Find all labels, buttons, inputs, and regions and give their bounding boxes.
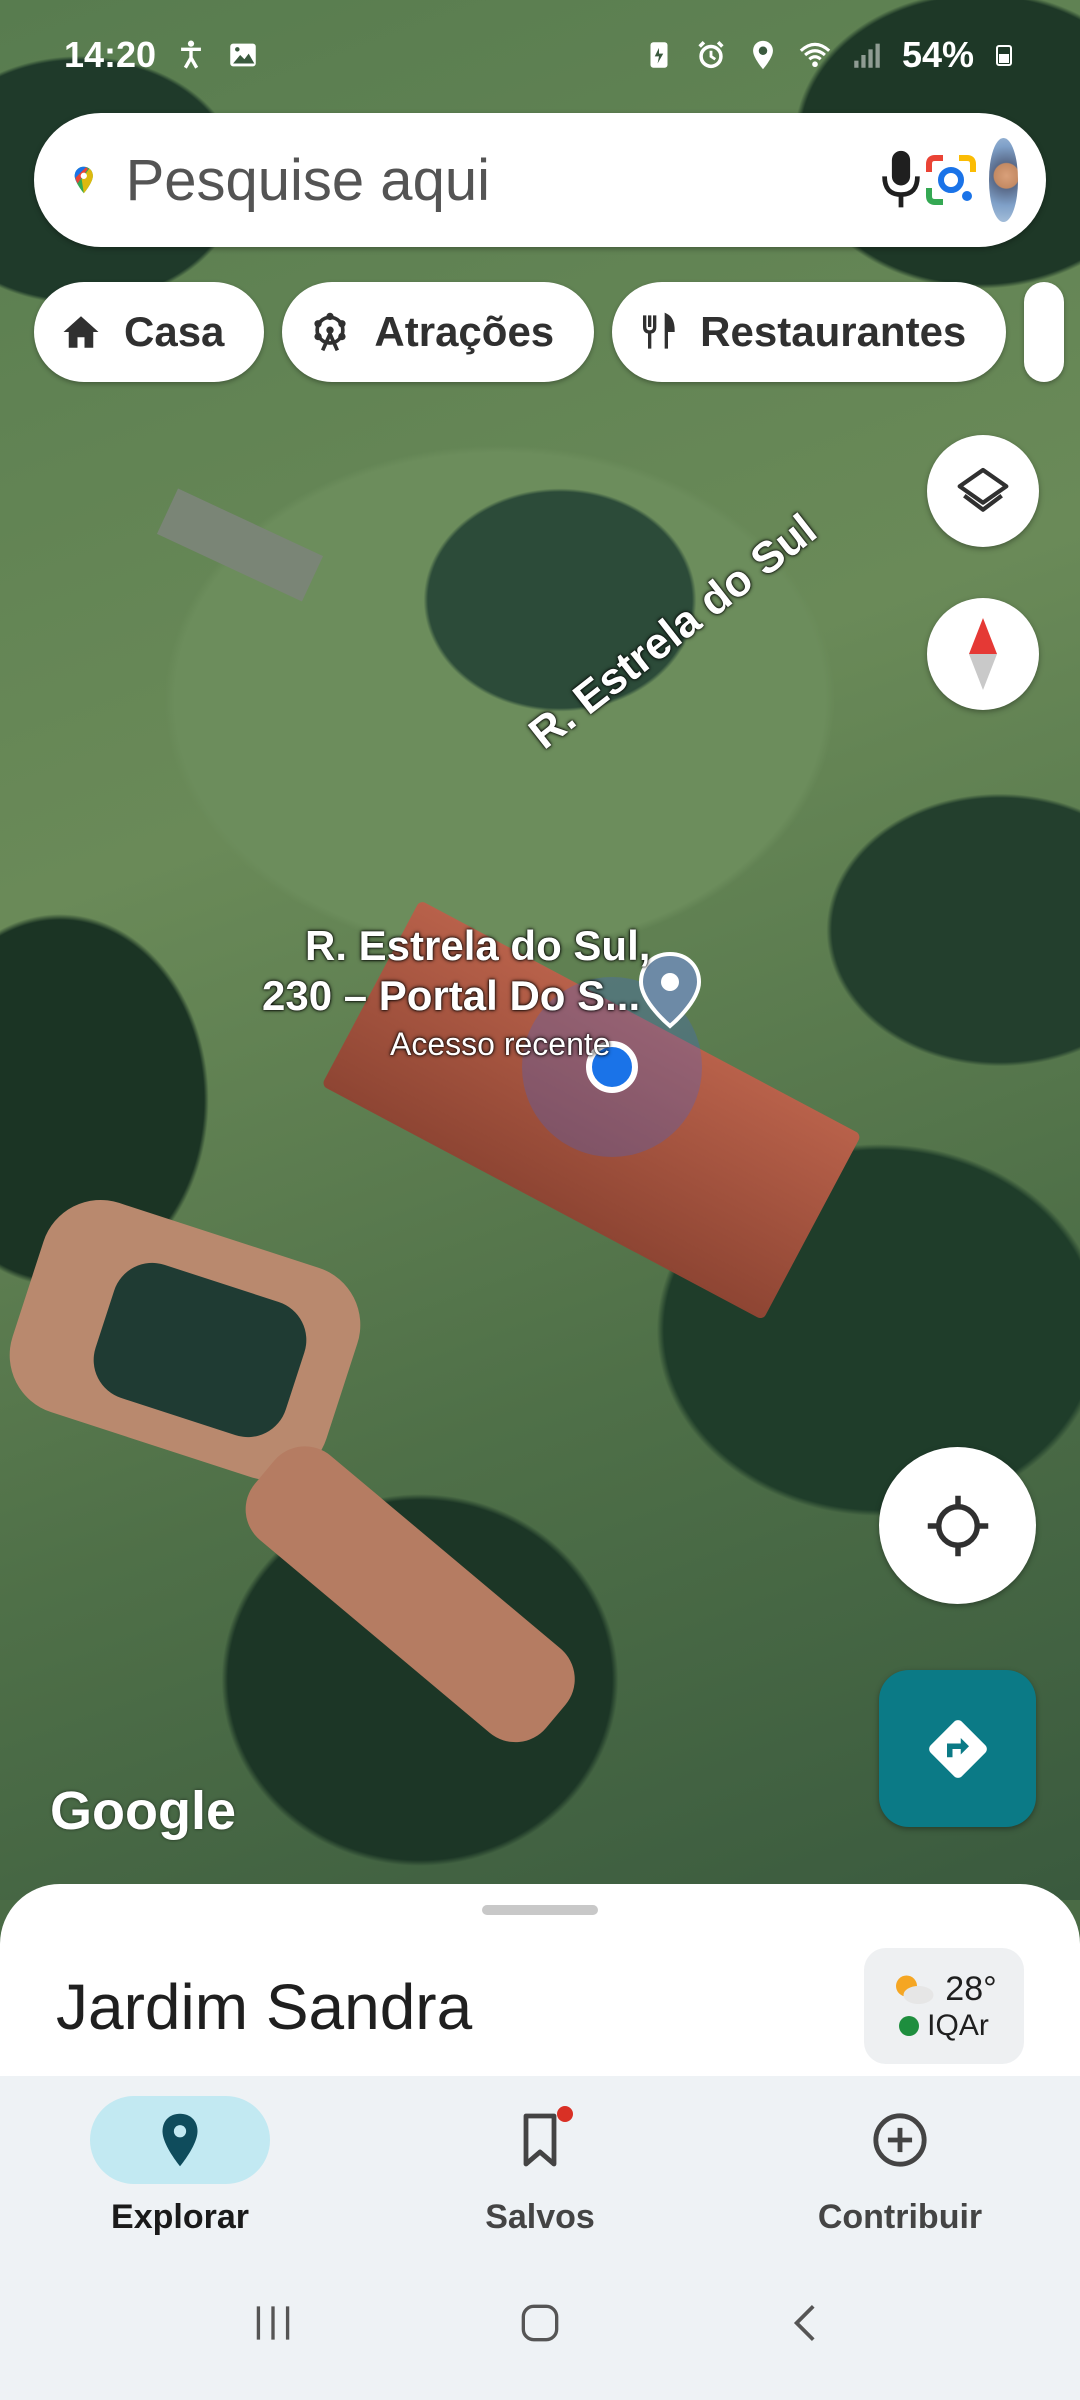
- nav-label: Contribuir: [817, 2198, 983, 2236]
- partly-cloudy-icon: [896, 1975, 934, 2004]
- weather-chip[interactable]: 28° IQAr: [864, 1948, 1024, 2064]
- back-icon[interactable]: [782, 2298, 832, 2348]
- accessibility-icon: [181, 40, 201, 69]
- google-maps-logo-icon: [74, 166, 93, 194]
- layers-button[interactable]: [927, 435, 1039, 547]
- wifi-icon: [799, 42, 831, 68]
- search-input[interactable]: [125, 146, 879, 214]
- nav-label: Explorar: [111, 2198, 249, 2236]
- nav-contribuir[interactable]: Contribuir: [720, 2076, 1080, 2246]
- layers-icon: [957, 467, 1009, 512]
- add-circle-icon: [873, 2113, 927, 2167]
- recent-apps-icon[interactable]: [248, 2298, 298, 2348]
- air-quality-dot-icon: [899, 2015, 920, 2036]
- nav-explorar[interactable]: Explorar: [0, 2076, 360, 2246]
- area-title: Jardim Sandra: [56, 1971, 473, 2043]
- google-logo: Google: [50, 1781, 236, 1841]
- home-icon: [63, 316, 99, 348]
- status-time: 14:20: [64, 34, 157, 75]
- category-chips: Casa Atrações Restaurantes: [34, 282, 1065, 382]
- battery-icon: [996, 45, 1012, 66]
- directions-icon: [928, 1719, 987, 1778]
- nav-label: Salvos: [485, 2198, 595, 2236]
- google-lens-icon: [925, 155, 976, 205]
- chip-label: Atrações: [374, 308, 555, 355]
- place-label-line2[interactable]: 230 – Portal Do S...: [262, 972, 640, 1020]
- status-bar: 14:20 54%: [0, 0, 1080, 110]
- nav-salvos[interactable]: Salvos: [360, 2076, 720, 2246]
- compass-icon: [969, 618, 997, 690]
- notification-dot-icon: [557, 2106, 573, 2122]
- shed: [156, 488, 324, 602]
- directions-button[interactable]: [879, 1670, 1036, 1827]
- signal-icon: [854, 43, 880, 68]
- lens-search-button[interactable]: [923, 125, 979, 235]
- account-avatar[interactable]: [988, 138, 1018, 222]
- battery-percentage: 54%: [901, 34, 974, 75]
- image-icon: [230, 43, 256, 67]
- battery-saver-icon: [650, 42, 668, 68]
- bookmark-icon: [523, 2113, 557, 2167]
- chip-atracoes[interactable]: Atrações: [282, 282, 595, 382]
- explore-bottom-sheet[interactable]: Jardim Sandra 28° IQAr: [0, 1884, 1080, 2084]
- temperature: 28°: [945, 1969, 997, 2008]
- restaurant-icon: [643, 312, 675, 349]
- chip-label: Restaurantes: [700, 308, 967, 355]
- alarm-icon: [698, 40, 724, 69]
- chip-more-partial[interactable]: [1024, 282, 1065, 382]
- dirt-path: [229, 1430, 592, 1759]
- ferris-wheel-icon: [314, 312, 346, 352]
- microphone-icon: [881, 150, 920, 208]
- nav-pill: [90, 2096, 270, 2184]
- bottom-navigation: Explorar Salvos Contribuir: [0, 2076, 1080, 2246]
- sheet-drag-handle[interactable]: [482, 1905, 598, 1915]
- chip-casa[interactable]: Casa: [34, 282, 265, 382]
- place-label-subtitle: Acesso recente: [390, 1026, 611, 1062]
- system-navigation-bar: [0, 2246, 1080, 2400]
- location-status-icon: [753, 40, 773, 70]
- crosshair-icon: [927, 1495, 988, 1556]
- my-location-button[interactable]: [879, 1447, 1036, 1604]
- voice-search-button[interactable]: [879, 125, 923, 235]
- chip-label: Casa: [124, 308, 225, 355]
- place-label-line1[interactable]: R. Estrela do Sul,: [305, 922, 650, 970]
- nav-pill: [810, 2096, 990, 2184]
- explore-pin-icon: [162, 2113, 198, 2167]
- nav-pill: [450, 2096, 630, 2184]
- search-bar[interactable]: [34, 113, 1046, 247]
- air-quality-label: IQAr: [927, 2008, 989, 2042]
- home-button-icon[interactable]: [515, 2298, 565, 2348]
- chip-restaurantes[interactable]: Restaurantes: [612, 282, 1007, 382]
- compass-button[interactable]: [927, 598, 1039, 710]
